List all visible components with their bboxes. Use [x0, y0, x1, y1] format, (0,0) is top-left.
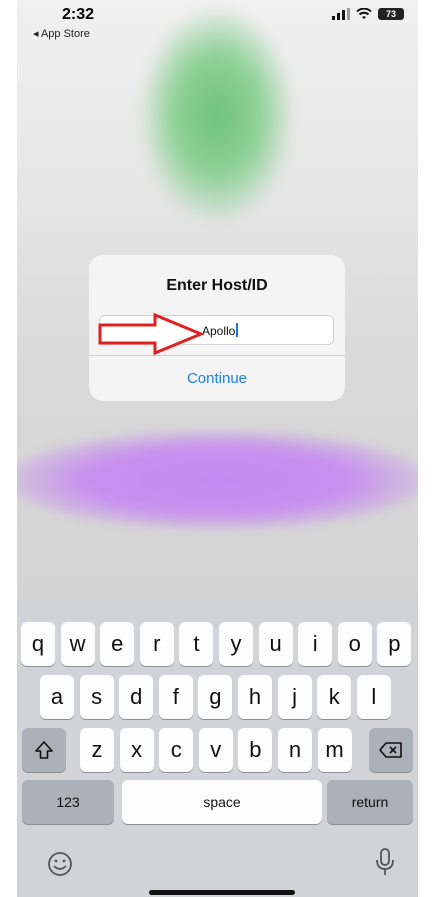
background-purple-blob [17, 430, 418, 530]
back-to-app-store-link[interactable]: ◂ App Store [33, 27, 90, 40]
host-id-input-value: Apollo [202, 323, 239, 338]
microphone-icon[interactable] [374, 847, 396, 877]
battery-level: 73 [378, 8, 404, 20]
keyboard: qwertyuiop asdfghjkl zxcvbnm 123 space r… [17, 600, 418, 897]
key-e[interactable]: e [100, 622, 135, 666]
signal-icon [332, 8, 350, 20]
dialog-title: Enter Host/ID [166, 277, 268, 294]
key-q[interactable]: q [21, 622, 55, 666]
key-j[interactable]: j [277, 675, 312, 719]
key-z[interactable]: z [80, 728, 114, 772]
annotation-arrow-icon [98, 312, 205, 356]
key-g[interactable]: g [198, 675, 233, 719]
status-icons: 73 [332, 8, 404, 20]
phone-screen: 2:32 ◂ App Store 73 Enter Host/ID Apollo… [17, 0, 418, 897]
key-b[interactable]: b [238, 728, 273, 772]
key-x[interactable]: x [119, 728, 154, 772]
key-y[interactable]: y [219, 622, 253, 666]
key-t[interactable]: t [179, 622, 214, 666]
key-h[interactable]: h [238, 675, 272, 719]
key-f[interactable]: f [158, 675, 193, 719]
backspace-icon [379, 742, 402, 758]
key-p[interactable]: p [377, 622, 412, 666]
key-c[interactable]: c [159, 728, 194, 772]
return-key[interactable]: return [327, 780, 413, 824]
emoji-icon[interactable] [46, 850, 74, 878]
key-n[interactable]: n [278, 728, 312, 772]
shift-icon [35, 741, 53, 759]
key-l[interactable]: l [356, 675, 391, 719]
continue-button[interactable]: Continue [89, 356, 345, 401]
shift-key[interactable] [22, 728, 66, 772]
key-d[interactable]: d [119, 675, 154, 719]
key-m[interactable]: m [317, 728, 352, 772]
key-s[interactable]: s [79, 675, 114, 719]
text-caret [236, 323, 239, 337]
key-v[interactable]: v [198, 728, 233, 772]
key-i[interactable]: i [298, 622, 333, 666]
key-r[interactable]: r [139, 622, 174, 666]
key-k[interactable]: k [317, 675, 352, 719]
backspace-key[interactable] [369, 728, 413, 772]
key-u[interactable]: u [258, 622, 293, 666]
wifi-icon [356, 8, 372, 19]
home-indicator [149, 890, 295, 895]
status-time: 2:32 [62, 6, 95, 23]
numbers-key[interactable]: 123 [22, 780, 114, 824]
key-w[interactable]: w [60, 622, 95, 666]
space-key[interactable]: space [122, 780, 322, 824]
key-o[interactable]: o [337, 622, 372, 666]
key-a[interactable]: a [40, 675, 74, 719]
background-green-blob [142, 10, 292, 220]
